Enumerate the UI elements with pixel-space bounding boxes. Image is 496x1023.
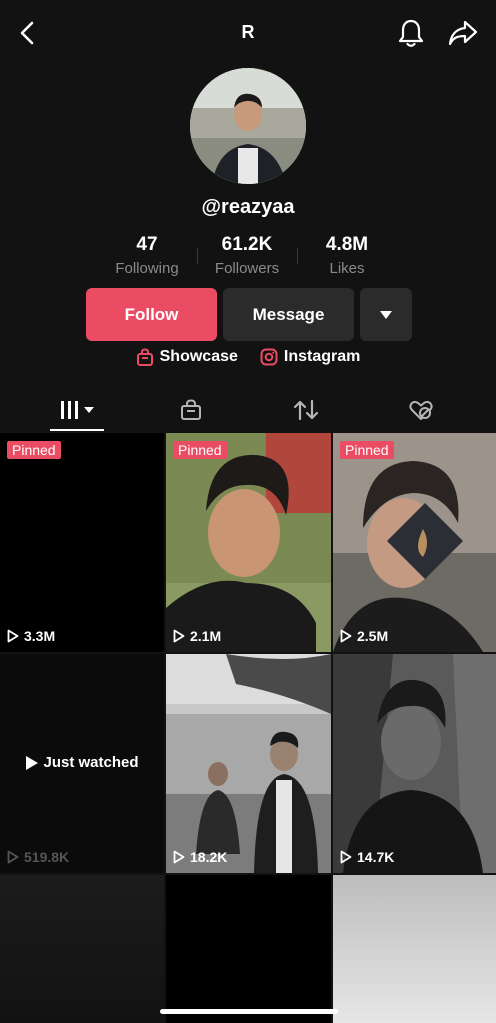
stat-value: 47 xyxy=(136,234,158,255)
profile-handle: @reazyaa xyxy=(201,196,295,218)
stat-followers[interactable]: 61.2K Followers xyxy=(197,234,297,284)
home-indicator[interactable] xyxy=(160,1009,338,1014)
view-count-text: 3.3M xyxy=(24,628,56,644)
stat-value: 4.8M xyxy=(325,234,369,255)
content-tabs xyxy=(0,388,496,432)
view-count-text: 18.2K xyxy=(190,849,228,865)
video-thumbnail[interactable] xyxy=(333,875,496,1023)
video-thumbnail-image xyxy=(333,433,496,652)
tab-liked[interactable] xyxy=(398,388,444,432)
bell-icon xyxy=(398,19,424,47)
repost-icon xyxy=(293,399,319,421)
view-count: 2.5M xyxy=(340,628,388,644)
share-arrow-icon xyxy=(448,20,478,46)
video-thumbnail[interactable]: Pinned 2.5M xyxy=(333,433,496,652)
view-count: 14.7K xyxy=(340,849,394,865)
shopping-bag-icon xyxy=(136,348,153,366)
view-count-text: 2.1M xyxy=(190,628,222,644)
showcase-label: Showcase xyxy=(159,348,238,365)
top-bar: R xyxy=(0,0,496,66)
play-icon xyxy=(173,629,185,643)
just-watched-label: Just watched xyxy=(43,754,139,771)
view-count-text: 2.5M xyxy=(357,628,389,644)
stat-following[interactable]: 47 Following xyxy=(97,234,197,284)
tab-videos[interactable] xyxy=(48,388,106,432)
view-count: 18.2K xyxy=(173,849,227,865)
video-thumbnail[interactable] xyxy=(0,875,164,1023)
suggested-accounts-button[interactable] xyxy=(360,288,412,341)
avatar-photo xyxy=(190,68,306,184)
instagram-label: Instagram xyxy=(283,348,361,365)
play-icon xyxy=(340,850,352,864)
caret-down-icon xyxy=(380,310,392,319)
video-grid: Pinned 3.3M Pinned 2.1M Pinned 2.5M Just… xyxy=(0,433,496,1023)
stat-label: Likes xyxy=(329,260,365,277)
pinned-badge: Pinned xyxy=(173,441,227,459)
play-icon xyxy=(340,629,352,643)
shopping-bag-icon xyxy=(181,399,201,420)
pinned-badge: Pinned xyxy=(340,441,394,459)
view-count: 2.1M xyxy=(173,628,221,644)
video-thumbnail[interactable]: Pinned 2.1M xyxy=(166,433,331,652)
play-icon xyxy=(173,850,185,864)
video-grid-icon xyxy=(61,401,94,419)
tab-reposts[interactable] xyxy=(283,388,329,432)
video-thumbnail-image xyxy=(166,654,331,873)
stat-likes[interactable]: 4.8M Likes xyxy=(297,234,397,284)
play-icon xyxy=(7,850,19,864)
video-thumbnail-image xyxy=(166,433,331,652)
video-thumbnail[interactable]: Pinned 3.3M xyxy=(0,433,164,652)
video-thumbnail[interactable] xyxy=(166,875,331,1023)
showcase-link[interactable]: Showcase xyxy=(136,348,238,366)
notification-bell-button[interactable] xyxy=(395,17,427,49)
share-button[interactable] xyxy=(446,17,480,49)
instagram-icon xyxy=(260,348,278,366)
view-count-text: 519.8K xyxy=(24,849,70,865)
play-icon xyxy=(7,629,19,643)
view-count: 3.3M xyxy=(7,628,55,644)
video-thumbnail[interactable]: 18.2K xyxy=(166,654,331,873)
profile-stats: 47 Following 61.2K Followers 4.8M Likes xyxy=(97,234,397,284)
play-filled-icon xyxy=(26,755,39,770)
profile-links: Showcase Instagram xyxy=(0,348,496,366)
stat-value: 61.2K xyxy=(221,234,273,255)
stat-label: Following xyxy=(115,260,179,277)
view-count: 519.8K xyxy=(7,849,69,865)
video-thumbnail-image xyxy=(333,654,496,873)
message-button[interactable]: Message xyxy=(223,288,354,341)
video-thumbnail[interactable]: 14.7K xyxy=(333,654,496,873)
follow-button[interactable]: Follow xyxy=(86,288,217,341)
tab-shop[interactable] xyxy=(168,388,214,432)
just-watched-overlay: Just watched xyxy=(0,754,164,771)
video-thumbnail[interactable]: Just watched 519.8K xyxy=(0,654,164,873)
avatar[interactable] xyxy=(190,68,306,184)
hidden-heart-icon xyxy=(409,400,433,420)
view-count-text: 14.7K xyxy=(357,849,395,865)
stat-label: Followers xyxy=(214,260,280,277)
instagram-link[interactable]: Instagram xyxy=(260,348,360,366)
pinned-badge: Pinned xyxy=(7,441,61,459)
